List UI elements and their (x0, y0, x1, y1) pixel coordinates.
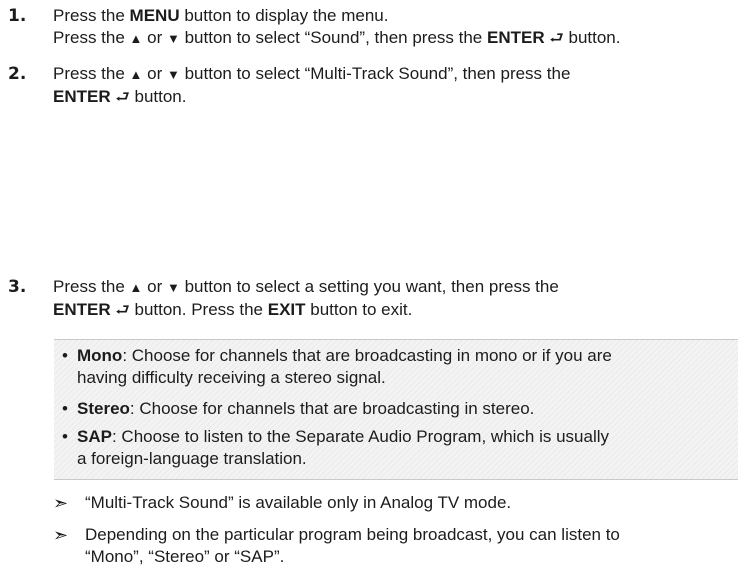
note-line: “Mono”, “Stereo” or “SAP”. (85, 547, 285, 566)
option-text: SAP: Choose to listen to the Separate Au… (77, 426, 734, 470)
text: button. (563, 28, 621, 47)
text: button to display the menu. (179, 6, 389, 25)
option-description: : Choose for channels that are broadcast… (129, 399, 535, 418)
down-triangle-icon: ▼ (166, 280, 180, 295)
option-description: : Choose for channels that are broadcast… (122, 346, 612, 365)
option-text: Stereo: Choose for channels that are bro… (77, 398, 734, 420)
up-triangle-icon: ▲ (129, 31, 143, 46)
enter-button-name: ENTER (53, 300, 111, 319)
step-line: Press the ▲ or ▼ button to select a sett… (53, 276, 744, 299)
text: button to exit. (305, 300, 413, 319)
option-description: having difficulty receiving a stereo sig… (77, 368, 386, 387)
option-name: Stereo (77, 399, 130, 418)
text: button to select a setting you want, the… (179, 277, 559, 296)
text: Press the (53, 277, 130, 296)
enter-button-name: ENTER (487, 28, 545, 47)
step-line: ENTER ⮐ button. Press the EXIT button to… (53, 299, 744, 321)
down-triangle-icon: ▼ (166, 67, 180, 82)
step-number: 1. (8, 6, 27, 26)
note-line: Depending on the particular program bein… (85, 525, 620, 544)
option-text: Mono: Choose for channels that are broad… (77, 345, 734, 389)
up-triangle-icon: ▲ (129, 280, 143, 295)
up-triangle-icon: ▲ (129, 67, 143, 82)
option-line: Mono: Choose for channels that are broad… (77, 345, 734, 367)
option-line: Stereo: Choose for channels that are bro… (77, 398, 734, 420)
note-text: “Multi-Track Sound” is available only in… (85, 492, 742, 514)
step-line: Press the ▲ or ▼ button to select “Sound… (53, 27, 744, 50)
exit-button-name: EXIT (267, 300, 306, 319)
option-name: Mono (77, 346, 123, 365)
step-text: Press the MENU button to display the men… (53, 5, 744, 50)
step-text: Press the ▲ or ▼ button to select a sett… (53, 276, 744, 321)
enter-return-icon: ⮐ (115, 89, 130, 106)
text: Press the (53, 64, 130, 83)
step-line: Press the MENU button to display the men… (53, 5, 744, 27)
menu-button-name: MENU (129, 6, 180, 25)
enter-button-name: ENTER (53, 87, 111, 106)
down-triangle-icon: ▼ (166, 31, 180, 46)
bullet-icon: • (62, 427, 68, 446)
text: or (142, 277, 167, 296)
text: Press the (53, 28, 130, 47)
text: Press the (53, 6, 130, 25)
option-description: a foreign-language translation. (77, 449, 307, 468)
note-arrow-icon: ➣ (53, 525, 69, 545)
option-line: SAP: Choose to listen to the Separate Au… (77, 426, 734, 448)
step-text: Press the ▲ or ▼ button to select “Multi… (53, 63, 744, 108)
text: button to select “Multi-Track Sound”, th… (179, 64, 571, 83)
note-line: “Multi-Track Sound” is available only in… (85, 493, 512, 512)
text: button to select “Sound”, then press the (179, 28, 487, 47)
text: button. Press the (129, 300, 268, 319)
text: or (142, 28, 167, 47)
step-number: 3. (8, 277, 27, 297)
step-number: 2. (8, 64, 27, 84)
bullet-icon: • (62, 399, 68, 418)
enter-return-icon: ⮐ (115, 302, 130, 319)
text: or (142, 64, 167, 83)
option-name: SAP (77, 427, 112, 446)
step-line: ENTER ⮐ button. (53, 86, 744, 108)
enter-return-icon: ⮐ (549, 30, 564, 47)
bullet-icon: • (62, 346, 68, 365)
sound-options-box: • Mono: Choose for channels that are bro… (54, 339, 738, 480)
note-arrow-icon: ➣ (53, 493, 69, 513)
note-text: Depending on the particular program bein… (85, 524, 742, 568)
text: button. (129, 87, 187, 106)
option-description: : Choose to listen to the Separate Audio… (111, 427, 610, 446)
step-line: Press the ▲ or ▼ button to select “Multi… (53, 63, 744, 86)
